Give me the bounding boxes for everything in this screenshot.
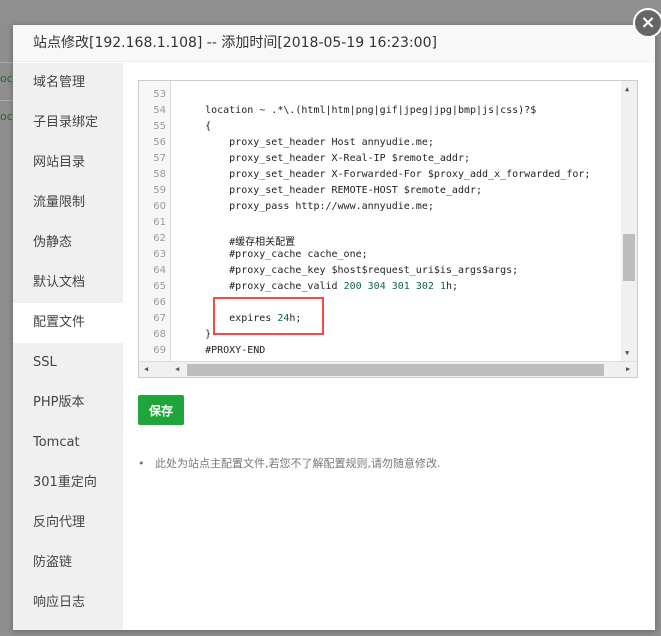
sidebar-item[interactable]: 301重定向 (13, 463, 123, 503)
sidebar-item[interactable]: 流量限制 (13, 183, 123, 223)
sidebar-item[interactable]: PHP版本 (13, 383, 123, 423)
code-line: } (181, 329, 212, 340)
scroll-thumb[interactable] (623, 234, 635, 281)
code-line: proxy_set_header X-Real-IP $remote_addr; (181, 153, 470, 164)
code-line: { (181, 121, 212, 132)
sidebar-item[interactable]: Tomcat (13, 423, 123, 463)
line-number: 53 (153, 89, 166, 100)
code-line: #proxy_cache_valid 200 304 301 302 1h; (181, 281, 459, 292)
sidebar-item[interactable]: 反向代理 (13, 503, 123, 543)
scroll-thumb[interactable] (187, 364, 604, 376)
sidebar-item[interactable]: 子目录绑定 (13, 103, 123, 143)
line-number: 64 (153, 265, 166, 276)
line-number: 62 (153, 233, 166, 244)
highlight-box (213, 297, 324, 335)
line-number: 61 (153, 217, 166, 228)
bg-divider (0, 62, 13, 63)
code-line: proxy_pass http://www.annyudie.me; (181, 201, 434, 212)
line-number: 68 (153, 329, 166, 340)
sidebar-item[interactable]: 伪静态 (13, 223, 123, 263)
horizontal-scrollbar[interactable]: ◀ ◀ ▶ (139, 361, 637, 377)
line-number: 65 (153, 281, 166, 292)
code-line: proxy_set_header X-Forwarded-For $proxy_… (181, 169, 591, 180)
line-gutter: 535455565758596061626364656667686970 (139, 81, 171, 372)
line-number: 58 (153, 169, 166, 180)
scroll-left-icon[interactable]: ◀ (175, 365, 179, 373)
line-number: 67 (153, 313, 166, 324)
bg-text: oc (0, 110, 13, 123)
line-number: 66 (153, 297, 166, 308)
config-note: • 此处为站点主配置文件,若您不了解配置规则,请勿随意修改. (138, 457, 441, 470)
code-line: #proxy_cache cache_one; (181, 249, 368, 260)
scroll-down-icon[interactable]: ▼ (625, 349, 629, 357)
code-line: proxy_set_header Host annyudie.me; (181, 137, 434, 148)
code-line: #缓存相关配置 (181, 237, 296, 248)
line-number: 57 (153, 153, 166, 164)
sidebar-item[interactable]: 默认文档 (13, 263, 123, 303)
sidebar: 域名管理 子目录绑定 网站目录 流量限制 伪静态 默认文档 配置文件 SSL PHP版本 Tomc… (13, 63, 123, 630)
sidebar-item[interactable]: 响应日志 (13, 583, 123, 623)
bg-divider (0, 100, 13, 101)
scroll-right-icon[interactable]: ▶ (626, 365, 630, 373)
site-edit-dialog: 站点修改[192.168.1.108] -- 添加时间[2018-05-19 1… (13, 25, 655, 630)
code-line: proxy_set_header REMOTE-HOST $remote_add… (181, 185, 483, 196)
vertical-scrollbar[interactable]: ▲ ▼ (621, 81, 637, 363)
note-text: 此处为站点主配置文件,若您不了解配置规则,请勿随意修改. (154, 457, 441, 470)
line-number: 56 (153, 137, 166, 148)
line-number: 60 (153, 201, 166, 212)
config-editor[interactable]: 535455565758596061626364656667686970 loc… (138, 80, 638, 378)
bg-text: oc (0, 72, 13, 85)
line-number: 59 (153, 185, 166, 196)
line-number: 63 (153, 249, 166, 260)
close-icon[interactable]: × (633, 8, 661, 38)
sidebar-item[interactable]: 配置文件 (13, 303, 123, 343)
scroll-left-icon[interactable]: ◀ (144, 365, 148, 373)
sidebar-item[interactable]: 网站目录 (13, 143, 123, 183)
code-line: #PROXY-END (181, 345, 266, 356)
code-line: location ~ .*\.(html|htm|png|gif|jpeg|jp… (181, 105, 537, 116)
dialog-title: 站点修改[192.168.1.108] -- 添加时间[2018-05-19 1… (13, 25, 655, 62)
sidebar-item[interactable]: 防盗链 (13, 543, 123, 583)
scroll-up-icon[interactable]: ▲ (625, 85, 629, 93)
sidebar-item[interactable]: 域名管理 (13, 63, 123, 103)
line-number: 69 (153, 345, 166, 356)
line-number: 54 (153, 105, 166, 116)
code-line: #proxy_cache_key $host$request_uri$is_ar… (181, 265, 519, 276)
save-button[interactable]: 保存 (138, 395, 184, 425)
line-number: 55 (153, 121, 166, 132)
sidebar-item[interactable]: SSL (13, 343, 123, 383)
